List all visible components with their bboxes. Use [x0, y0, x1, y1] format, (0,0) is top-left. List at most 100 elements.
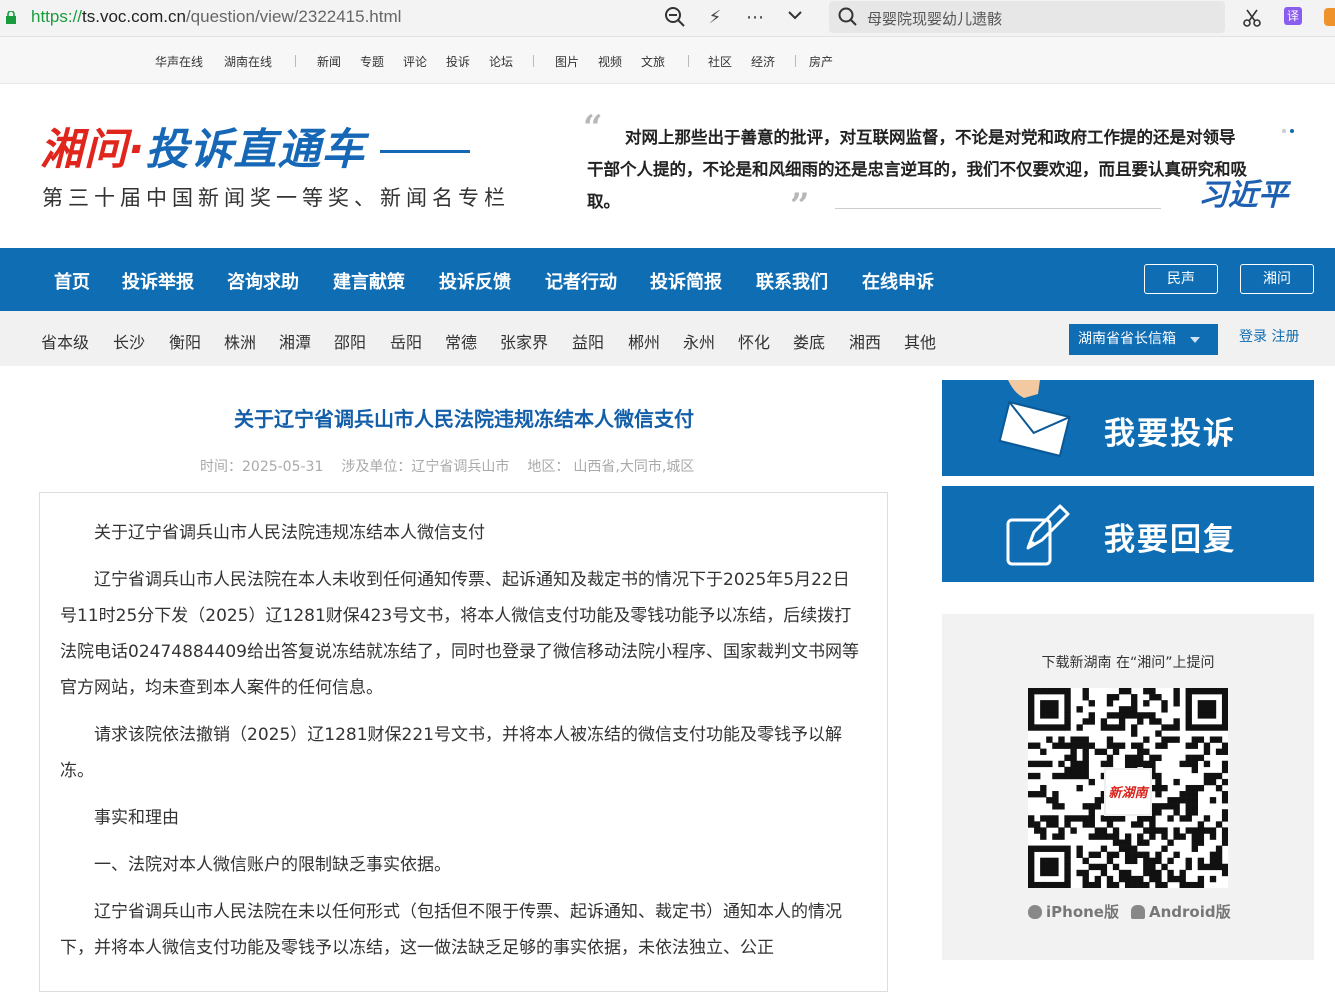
city-item[interactable]: 湘西 [849, 329, 881, 353]
city-item[interactable]: 衡阳 [169, 329, 201, 353]
qr-module [1106, 821, 1114, 828]
qr-module [1046, 736, 1053, 743]
top-link[interactable]: 投诉 [446, 53, 470, 70]
qr-module [1070, 772, 1077, 780]
address-bar[interactable]: https://ts.voc.com.cn/question/view/2322… [31, 7, 401, 27]
complain-button[interactable]: 我要投诉 [942, 380, 1314, 476]
top-link[interactable]: 房产 [809, 53, 833, 70]
qr-module [1118, 712, 1126, 719]
nav-item-suggest[interactable]: 建言献策 [333, 268, 405, 294]
qr-module [1185, 754, 1192, 762]
city-item[interactable]: 邵阳 [334, 329, 366, 353]
scissors-icon[interactable] [1242, 8, 1262, 28]
top-link[interactable]: 评论 [403, 53, 427, 70]
qr-module [1028, 706, 1035, 713]
top-link[interactable]: 湖南在线 [224, 53, 272, 70]
qr-module [1088, 821, 1095, 828]
nav-item-home[interactable]: 首页 [54, 268, 90, 294]
browser-search-box[interactable]: 母婴院现婴幼儿遗骸 [829, 1, 1225, 33]
governor-mailbox-dropdown[interactable]: 湖南省省长信箱 [1069, 324, 1218, 355]
qr-module [1052, 791, 1059, 798]
city-item[interactable]: 张家界 [500, 329, 548, 353]
qr-module [1064, 881, 1071, 888]
close-quote-icon: ” [790, 186, 810, 226]
city-item[interactable]: 永州 [683, 329, 715, 353]
nav-item-feedback[interactable]: 投诉反馈 [439, 268, 511, 294]
city-item[interactable]: 娄底 [793, 329, 825, 353]
qr-module [1203, 772, 1211, 780]
qr-module [1100, 869, 1108, 877]
qr-module [1064, 857, 1071, 865]
qr-module [1076, 845, 1083, 852]
nav-item-complaint[interactable]: 投诉举报 [122, 268, 194, 294]
lightning-icon[interactable]: ⚡ [703, 6, 727, 30]
login-register-link[interactable]: 登录 注册 [1239, 326, 1299, 346]
qr-module [1124, 712, 1132, 719]
top-link[interactable]: 视频 [598, 53, 622, 70]
top-link[interactable]: 社区 [708, 53, 732, 70]
search-icon [838, 7, 857, 26]
qr-module [1106, 700, 1114, 707]
qr-module [1052, 706, 1059, 713]
top-link[interactable]: 新闻 [317, 53, 341, 70]
qr-module [1209, 688, 1217, 695]
qr-module [1028, 791, 1035, 798]
qr-module [1076, 742, 1083, 749]
top-link[interactable]: 文旅 [641, 53, 665, 70]
minsheng-button[interactable]: 民声 [1144, 264, 1218, 294]
xiangwen-button[interactable]: 湘问 [1240, 264, 1314, 294]
extension-icon[interactable] [1324, 8, 1335, 26]
article-region: 山西省,大同市,城区 [573, 459, 695, 475]
qr-module [1131, 845, 1138, 852]
top-link[interactable]: 华声在线 [155, 53, 203, 70]
qr-module [1106, 712, 1114, 719]
qr-module [1179, 815, 1186, 822]
city-item[interactable]: 长沙 [113, 329, 145, 353]
more-icon[interactable]: ⋯ [743, 6, 767, 30]
translate-icon[interactable]: 译 [1284, 7, 1302, 25]
nav-item-contact[interactable]: 联系我们 [756, 268, 828, 294]
nav-item-consult[interactable]: 咨询求助 [227, 268, 299, 294]
city-item[interactable]: 省本级 [41, 329, 89, 353]
qr-module [1064, 869, 1071, 877]
qr-module [1058, 760, 1065, 768]
qr-module [1088, 815, 1095, 822]
site-logo[interactable]: 湘问·投诉直通车 [40, 115, 365, 177]
reply-button[interactable]: 我要回复 [942, 486, 1314, 582]
city-item[interactable]: 郴州 [628, 329, 660, 353]
iphone-download[interactable]: iPhone版 [1028, 901, 1119, 922]
qr-module [1070, 760, 1077, 768]
city-item[interactable]: 其他 [904, 329, 936, 353]
city-item[interactable]: 怀化 [738, 329, 770, 353]
top-link[interactable]: 专题 [360, 53, 384, 70]
city-item[interactable]: 岳阳 [390, 329, 422, 353]
qr-module [1155, 772, 1162, 780]
qr-module [1185, 718, 1192, 725]
qr-module [1058, 736, 1065, 743]
qr-module [1124, 875, 1132, 883]
chevron-down-icon[interactable] [783, 6, 807, 30]
qr-module [1118, 839, 1126, 846]
qr-module [1052, 821, 1059, 828]
carousel-dots[interactable] [1282, 118, 1298, 137]
nav-item-brief[interactable]: 投诉简报 [650, 268, 722, 294]
top-link[interactable]: 经济 [751, 53, 775, 70]
city-item[interactable]: 益阳 [572, 329, 604, 353]
zoom-icon[interactable] [663, 6, 687, 30]
qr-module [1082, 736, 1089, 743]
qr-module [1161, 706, 1168, 713]
city-item[interactable]: 株洲 [224, 329, 256, 353]
qr-module [1203, 706, 1211, 713]
android-download[interactable]: Android版 [1131, 901, 1231, 922]
qr-module [1179, 833, 1186, 840]
qr-module [1082, 748, 1089, 755]
top-link[interactable]: 论坛 [489, 53, 513, 70]
top-link[interactable]: 图片 [555, 53, 579, 70]
city-item[interactable]: 湘潭 [279, 329, 311, 353]
qr-module [1040, 857, 1047, 865]
qr-module [1124, 869, 1132, 877]
nav-item-appeal[interactable]: 在线申诉 [862, 268, 934, 294]
qr-module [1149, 857, 1156, 865]
city-item[interactable]: 常德 [445, 329, 477, 353]
nav-item-reporter[interactable]: 记者行动 [545, 268, 617, 294]
